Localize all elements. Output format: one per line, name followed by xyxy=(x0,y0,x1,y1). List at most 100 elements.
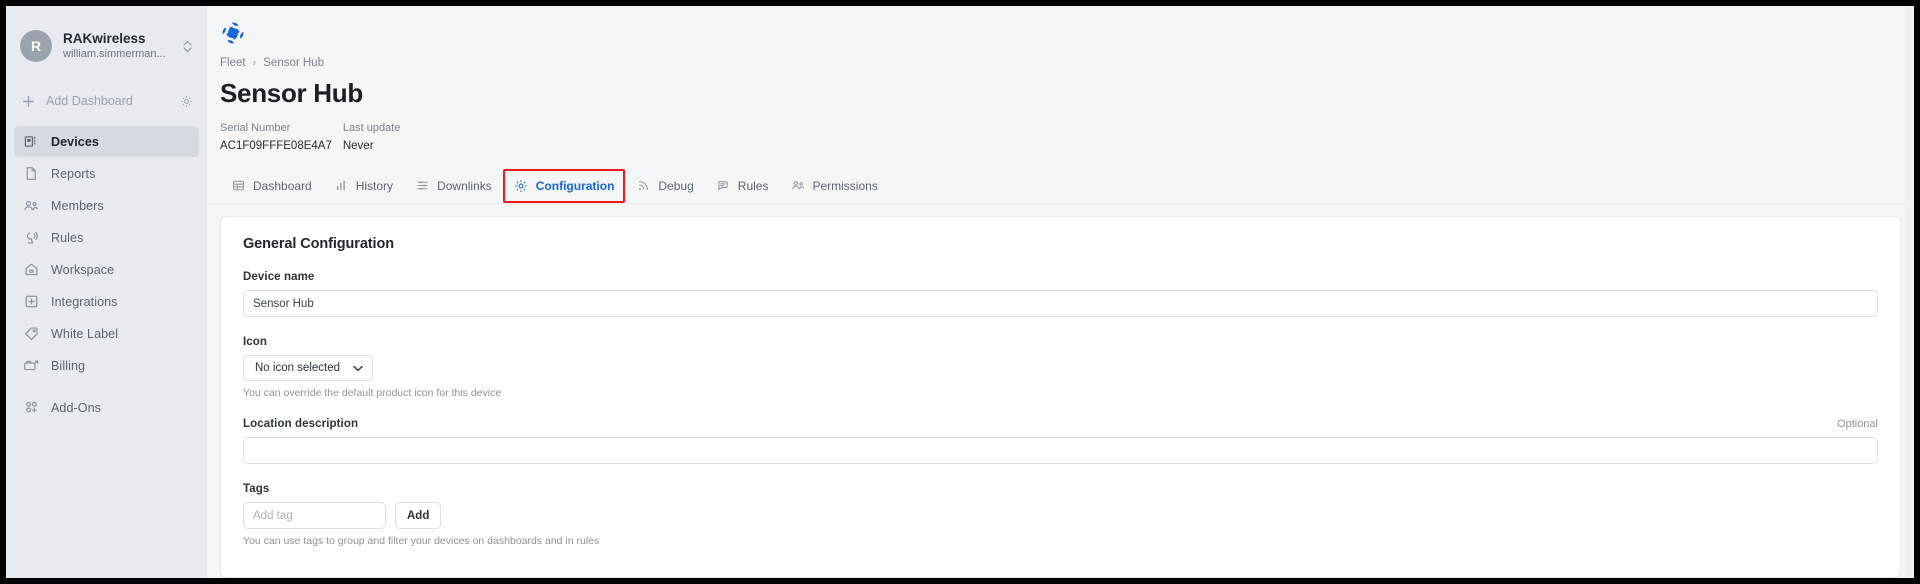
tag-input[interactable] xyxy=(243,502,386,529)
tab-label: Rules xyxy=(737,178,769,193)
field-tags: Tags Add You can use tags to group and f… xyxy=(243,483,1878,547)
sidebar-item-label: Integrations xyxy=(51,294,118,309)
icon-select[interactable]: No icon selected xyxy=(243,355,374,381)
addons-icon xyxy=(22,399,40,417)
tab-rules[interactable]: Rules xyxy=(705,169,780,203)
meta-serial-number: Serial Number AC1F09FFFE08E4A7 xyxy=(220,120,332,155)
bar-chart-icon xyxy=(334,178,349,193)
tab-debug[interactable]: Debug xyxy=(625,169,704,203)
optional-badge: Optional xyxy=(1837,418,1878,430)
chevron-up-down-icon[interactable] xyxy=(180,39,193,54)
user-email: william.simmerman... xyxy=(63,47,166,60)
chevron-right-icon: › xyxy=(252,57,257,69)
tab-dashboard[interactable]: Dashboard xyxy=(220,169,323,203)
account-switcher[interactable]: R RAKwireless william.simmerman... xyxy=(6,20,207,72)
tab-permissions[interactable]: Permissions xyxy=(779,169,888,203)
account-text: RAKwireless william.simmerman... xyxy=(63,31,180,62)
billing-icon xyxy=(22,357,40,375)
meta-label: Serial Number xyxy=(220,122,291,134)
document-icon xyxy=(22,165,40,183)
organization-name: RAKwireless xyxy=(63,30,146,46)
plus-icon xyxy=(22,95,38,108)
gear-icon[interactable] xyxy=(180,95,193,108)
broadcast-icon xyxy=(22,229,40,247)
users-icon xyxy=(790,178,805,193)
sidebar-item-billing[interactable]: Billing xyxy=(14,350,199,381)
field-label-row: Device name xyxy=(243,271,1878,283)
page-title: Sensor Hub xyxy=(220,78,363,108)
tab-label: Downlinks xyxy=(437,178,492,193)
tags-hint: You can use tags to group and filter you… xyxy=(243,535,600,547)
tab-configuration[interactable]: Configuration xyxy=(502,169,626,203)
sidebar: R RAKwireless william.simmerman... Add D… xyxy=(6,6,207,578)
tab-label: Debug xyxy=(658,178,694,193)
sidebar-item-label: Workspace xyxy=(51,262,115,277)
tab-downlinks[interactable]: Downlinks xyxy=(404,169,503,203)
location-label: Location description xyxy=(243,418,359,430)
tab-label: Configuration xyxy=(535,178,615,193)
avatar: R xyxy=(20,30,52,62)
add-tag-button[interactable]: Add xyxy=(395,502,442,529)
sidebar-item-label: Billing xyxy=(51,358,86,373)
field-label-row: Tags xyxy=(243,483,1878,495)
chat-rules-icon xyxy=(716,178,731,193)
devices-icon xyxy=(22,133,40,151)
card-title: General Configuration xyxy=(243,236,394,252)
meta-last-update: Last update Never xyxy=(343,120,401,155)
sidebar-item-white-label[interactable]: White Label xyxy=(14,318,199,349)
page-header: Fleet › Sensor Hub Sensor Hub Serial Num… xyxy=(207,6,1914,155)
tag-icon xyxy=(22,325,40,343)
tab-bar: Dashboard History Downlinks Configuratio… xyxy=(207,169,1914,204)
plus-square-icon xyxy=(22,293,40,311)
sidebar-item-integrations[interactable]: Integrations xyxy=(14,286,199,317)
sidebar-item-label: Add-Ons xyxy=(51,400,102,415)
meta-label: Last update xyxy=(342,122,401,134)
breadcrumb: Fleet › Sensor Hub xyxy=(220,57,1914,69)
meta-value: Never xyxy=(342,140,374,152)
breadcrumb-root[interactable]: Fleet xyxy=(220,57,246,69)
sidebar-item-devices[interactable]: Devices xyxy=(14,126,199,157)
icon-label: Icon xyxy=(243,336,268,348)
signal-icon xyxy=(636,178,651,193)
tab-label: Dashboard xyxy=(253,178,312,193)
table-icon xyxy=(231,178,246,193)
tab-label: Permissions xyxy=(812,178,878,193)
meta-value: AC1F09FFFE08E4A7 xyxy=(220,140,332,152)
sidebar-item-members[interactable]: Members xyxy=(14,190,199,221)
nav-divider-space xyxy=(14,382,199,392)
main-content: Fleet › Sensor Hub Sensor Hub Serial Num… xyxy=(207,6,1914,578)
users-icon xyxy=(22,197,40,215)
sidebar-item-label: Reports xyxy=(51,166,96,181)
tags-label: Tags xyxy=(243,483,270,495)
add-dashboard-row[interactable]: Add Dashboard xyxy=(6,84,207,118)
main-scrollbar[interactable] xyxy=(1905,6,1914,578)
sidebar-item-label: Rules xyxy=(51,230,84,245)
sidebar-item-workspace[interactable]: Workspace xyxy=(14,254,199,285)
sidebar-item-label: Members xyxy=(51,198,104,213)
field-location-description: Location description Optional xyxy=(243,418,1878,464)
device-name-input[interactable] xyxy=(243,290,1878,317)
add-dashboard-label: Add Dashboard xyxy=(46,94,133,108)
icon-hint: You can override the default product ico… xyxy=(243,387,502,399)
gear-icon xyxy=(514,178,529,193)
sidebar-item-add-ons[interactable]: Add-Ons xyxy=(14,392,199,423)
general-configuration-card: General Configuration Device name Icon N… xyxy=(220,216,1901,578)
device-name-label: Device name xyxy=(243,271,315,283)
field-device-name: Device name xyxy=(243,271,1878,317)
sidebar-nav: Devices Reports Members Rules Workspace … xyxy=(6,126,207,423)
field-label-row: Icon xyxy=(243,336,1878,348)
sidebar-item-label: White Label xyxy=(51,326,119,341)
tab-history[interactable]: History xyxy=(323,169,404,203)
rakwireless-logo-icon xyxy=(220,20,1914,46)
sidebar-item-reports[interactable]: Reports xyxy=(14,158,199,189)
icon-select-value: No icon selected xyxy=(255,362,341,374)
location-description-input[interactable] xyxy=(243,437,1878,464)
chevron-down-icon xyxy=(353,365,363,372)
sliders-icon xyxy=(415,178,430,193)
application-window: R RAKwireless william.simmerman... Add D… xyxy=(0,0,1920,584)
home-icon xyxy=(22,261,40,279)
tab-label: History xyxy=(355,178,394,193)
field-icon: Icon No icon selected You can override t… xyxy=(243,336,1878,399)
sidebar-item-label: Devices xyxy=(51,134,99,149)
sidebar-item-rules[interactable]: Rules xyxy=(14,222,199,253)
